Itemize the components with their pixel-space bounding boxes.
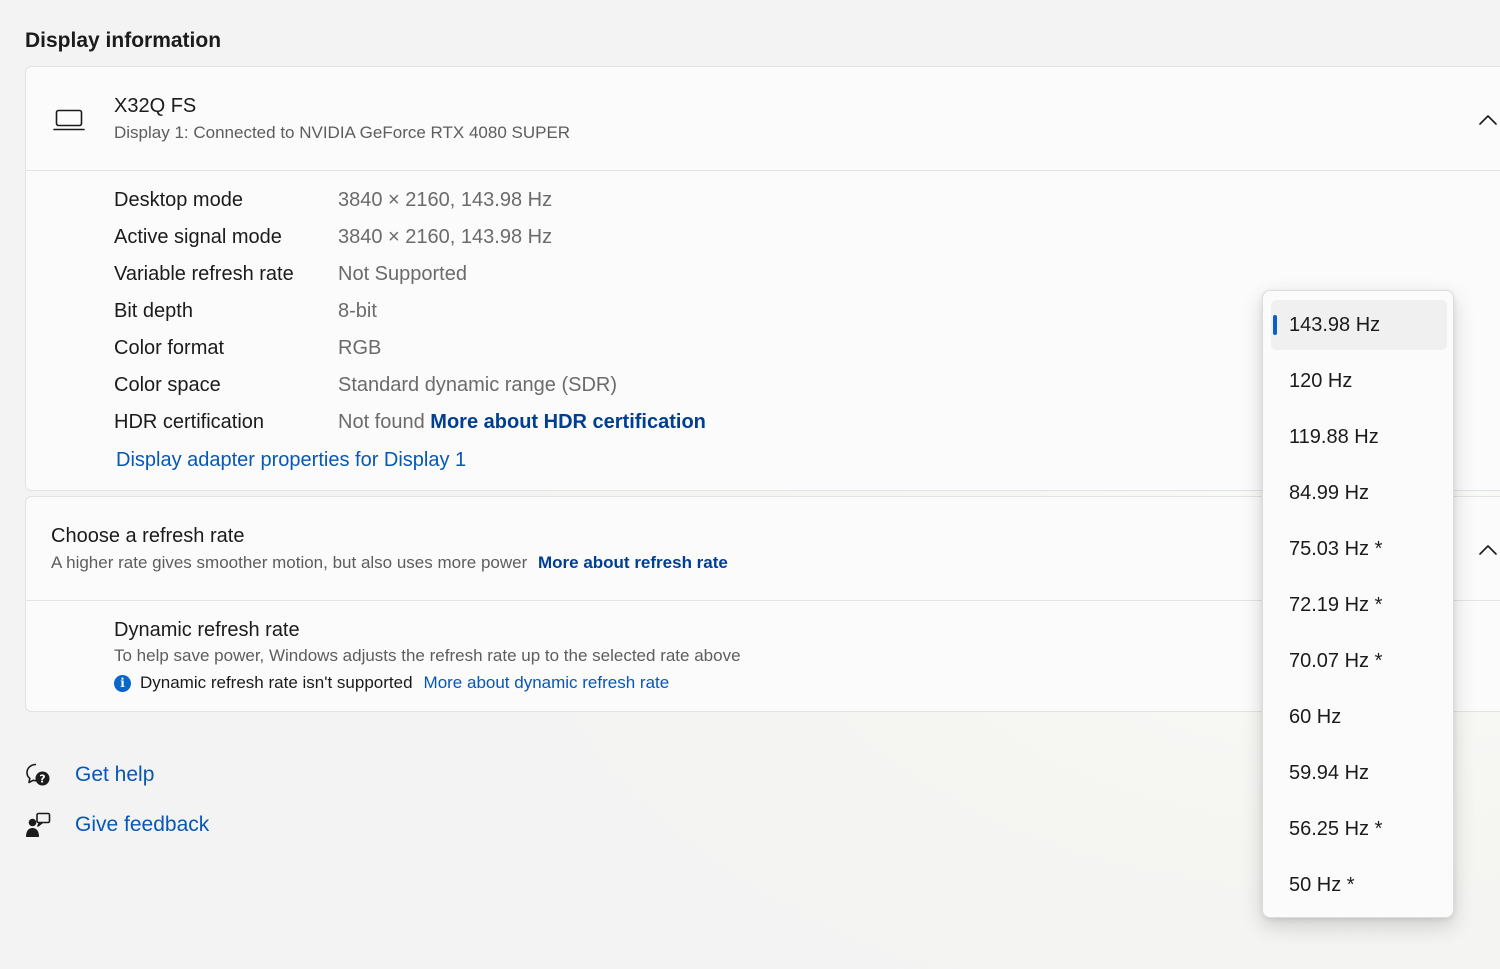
info-value-active-signal-mode: 3840 × 2160, 143.98 Hz xyxy=(338,226,553,248)
refresh-rate-subtitle: A higher rate gives smoother motion, but… xyxy=(51,553,728,573)
refresh-rate-option[interactable]: 70.07 Hz * xyxy=(1271,636,1447,686)
display-subtitle: Display 1: Connected to NVIDIA GeForce R… xyxy=(114,123,571,142)
refresh-rate-option[interactable]: 119.88 Hz xyxy=(1271,412,1447,462)
section-title: Display information xyxy=(25,29,222,52)
chevron-up-icon[interactable] xyxy=(1478,544,1498,556)
refresh-rate-option[interactable]: 59.94 Hz xyxy=(1271,748,1447,798)
refresh-rate-description: A higher rate gives smoother motion, but… xyxy=(51,553,528,572)
dynamic-refresh-rate-title: Dynamic refresh rate xyxy=(114,619,300,641)
refresh-rate-option[interactable]: 120 Hz xyxy=(1271,356,1447,406)
refresh-rate-option[interactable]: 75.03 Hz * xyxy=(1271,524,1447,574)
get-help-label[interactable]: Get help xyxy=(75,763,154,787)
display-header[interactable] xyxy=(26,67,1500,169)
dynamic-refresh-rate-unsupported: Dynamic refresh rate isn't supported xyxy=(140,673,413,692)
dynamic-refresh-rate-subtitle: To help save power, Windows adjusts the … xyxy=(114,646,741,665)
give-feedback-label[interactable]: Give feedback xyxy=(75,813,209,837)
info-label-color-format: Color format xyxy=(114,337,225,359)
get-help-icon: ? xyxy=(26,763,50,786)
refresh-rate-title: Choose a refresh rate xyxy=(51,525,245,547)
info-value-color-space: Standard dynamic range (SDR) xyxy=(338,374,618,396)
display-adapter-properties-link[interactable]: Display adapter properties for Display 1 xyxy=(116,449,466,472)
info-label-bit-depth: Bit depth xyxy=(114,300,193,322)
info-value-color-format: RGB xyxy=(338,337,382,359)
info-value-bit-depth: 8-bit xyxy=(338,300,377,322)
refresh-rate-option[interactable]: 143.98 Hz xyxy=(1271,300,1447,350)
info-icon: i xyxy=(114,674,131,692)
feedback-icon xyxy=(26,812,51,837)
info-value-hdr-certification: Not found More about HDR certification xyxy=(338,411,706,434)
give-feedback-row[interactable]: Give feedback xyxy=(25,812,209,838)
card-divider xyxy=(26,170,1500,171)
hdr-status: Not found xyxy=(338,411,425,433)
refresh-rate-option[interactable]: 60 Hz xyxy=(1271,692,1447,742)
get-help-row[interactable]: ? Get help xyxy=(25,762,154,788)
info-value-variable-refresh-rate: Not Supported xyxy=(338,263,467,285)
svg-text:?: ? xyxy=(39,773,45,786)
refresh-rate-option[interactable]: 56.25 Hz * xyxy=(1271,804,1447,854)
refresh-rate-option[interactable]: 84.99 Hz xyxy=(1271,468,1447,518)
display-name: X32Q FS xyxy=(114,95,197,117)
more-about-dynamic-refresh-rate-link[interactable]: More about dynamic refresh rate xyxy=(424,673,670,693)
hdr-certification-link[interactable]: More about HDR certification xyxy=(430,411,706,433)
refresh-rate-option-label: 143.98 Hz xyxy=(1289,313,1381,336)
info-label-color-space: Color space xyxy=(114,374,221,396)
refresh-rate-option[interactable]: 72.19 Hz * xyxy=(1271,580,1447,630)
info-value-desktop-mode: 3840 × 2160, 143.98 Hz xyxy=(338,189,553,211)
info-label-desktop-mode: Desktop mode xyxy=(114,189,243,211)
refresh-rate-dropdown[interactable]: 143.98 Hz 120 Hz 119.88 Hz 84.99 Hz 75.0… xyxy=(1262,290,1454,918)
chevron-up-icon[interactable] xyxy=(1478,114,1498,126)
info-label-variable-refresh-rate: Variable refresh rate xyxy=(114,263,294,285)
selection-indicator xyxy=(1273,315,1277,335)
info-label-hdr-certification: HDR certification xyxy=(114,411,265,433)
more-about-refresh-rate-link[interactable]: More about refresh rate xyxy=(538,553,728,572)
info-label-active-signal-mode: Active signal mode xyxy=(114,226,282,248)
laptop-icon xyxy=(53,109,85,131)
refresh-rate-option[interactable]: 50 Hz * xyxy=(1271,860,1447,910)
dynamic-refresh-rate-note: i Dynamic refresh rate isn't supported M… xyxy=(114,673,669,693)
